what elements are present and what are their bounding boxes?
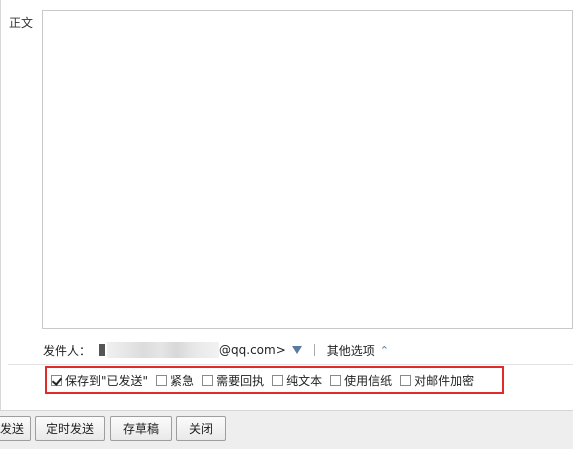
sender-email-redacted xyxy=(107,342,220,358)
other-options-link[interactable]: 其他选项 xyxy=(327,342,375,359)
divider xyxy=(313,344,315,356)
send-button[interactable]: 发送 xyxy=(0,416,31,441)
close-button[interactable]: 关闭 xyxy=(176,416,226,441)
sender-email-domain[interactable]: @qq.com> xyxy=(219,343,286,357)
option-label: 对邮件加密 xyxy=(414,373,475,388)
body-label: 正文 xyxy=(9,16,34,30)
panel-border xyxy=(0,0,1,410)
save-to-sent-checkbox[interactable] xyxy=(51,374,62,386)
separator xyxy=(8,364,573,365)
timed-send-button[interactable]: 定时发送 xyxy=(35,416,105,441)
option-encrypt[interactable]: 对邮件加密 xyxy=(400,372,474,389)
option-stationery[interactable]: 使用信纸 xyxy=(330,372,392,389)
receipt-checkbox[interactable] xyxy=(202,374,214,386)
option-receipt[interactable]: 需要回执 xyxy=(202,372,264,389)
option-label: 保存到"已发送" xyxy=(65,373,149,388)
urgent-checkbox[interactable] xyxy=(156,374,168,386)
stationery-checkbox[interactable] xyxy=(330,374,342,386)
send-options: 保存到"已发送" 紧急 需要回执 纯文本 使用信纸 对邮件加密 xyxy=(51,370,482,390)
plain-text-checkbox[interactable] xyxy=(272,374,284,386)
body-editor[interactable] xyxy=(42,10,573,329)
chevron-up-icon[interactable]: ⌃ xyxy=(380,345,389,356)
option-label: 需要回执 xyxy=(216,373,265,388)
sender-name-redacted xyxy=(99,344,106,356)
option-label: 紧急 xyxy=(170,373,195,388)
option-plain-text[interactable]: 纯文本 xyxy=(272,372,322,389)
option-urgent[interactable]: 紧急 xyxy=(156,372,194,389)
sender-label: 发件人： xyxy=(43,343,92,358)
bottom-toolbar: 发送 定时发送 存草稿 关闭 xyxy=(0,410,573,449)
option-label: 使用信纸 xyxy=(344,373,393,388)
option-save-to-sent[interactable]: 保存到"已发送" xyxy=(51,372,148,389)
compose-panel: 正文 发件人： @qq.com> 其他选项 ⌃ 保存到"已发送" 紧急 需要回执… xyxy=(0,0,573,410)
save-draft-button[interactable]: 存草稿 xyxy=(110,416,172,441)
encrypt-checkbox[interactable] xyxy=(400,374,412,386)
sender-row: 发件人： @qq.com> 其他选项 ⌃ xyxy=(43,340,389,360)
option-label: 纯文本 xyxy=(286,373,323,388)
sender-dropdown-icon[interactable] xyxy=(291,346,302,354)
